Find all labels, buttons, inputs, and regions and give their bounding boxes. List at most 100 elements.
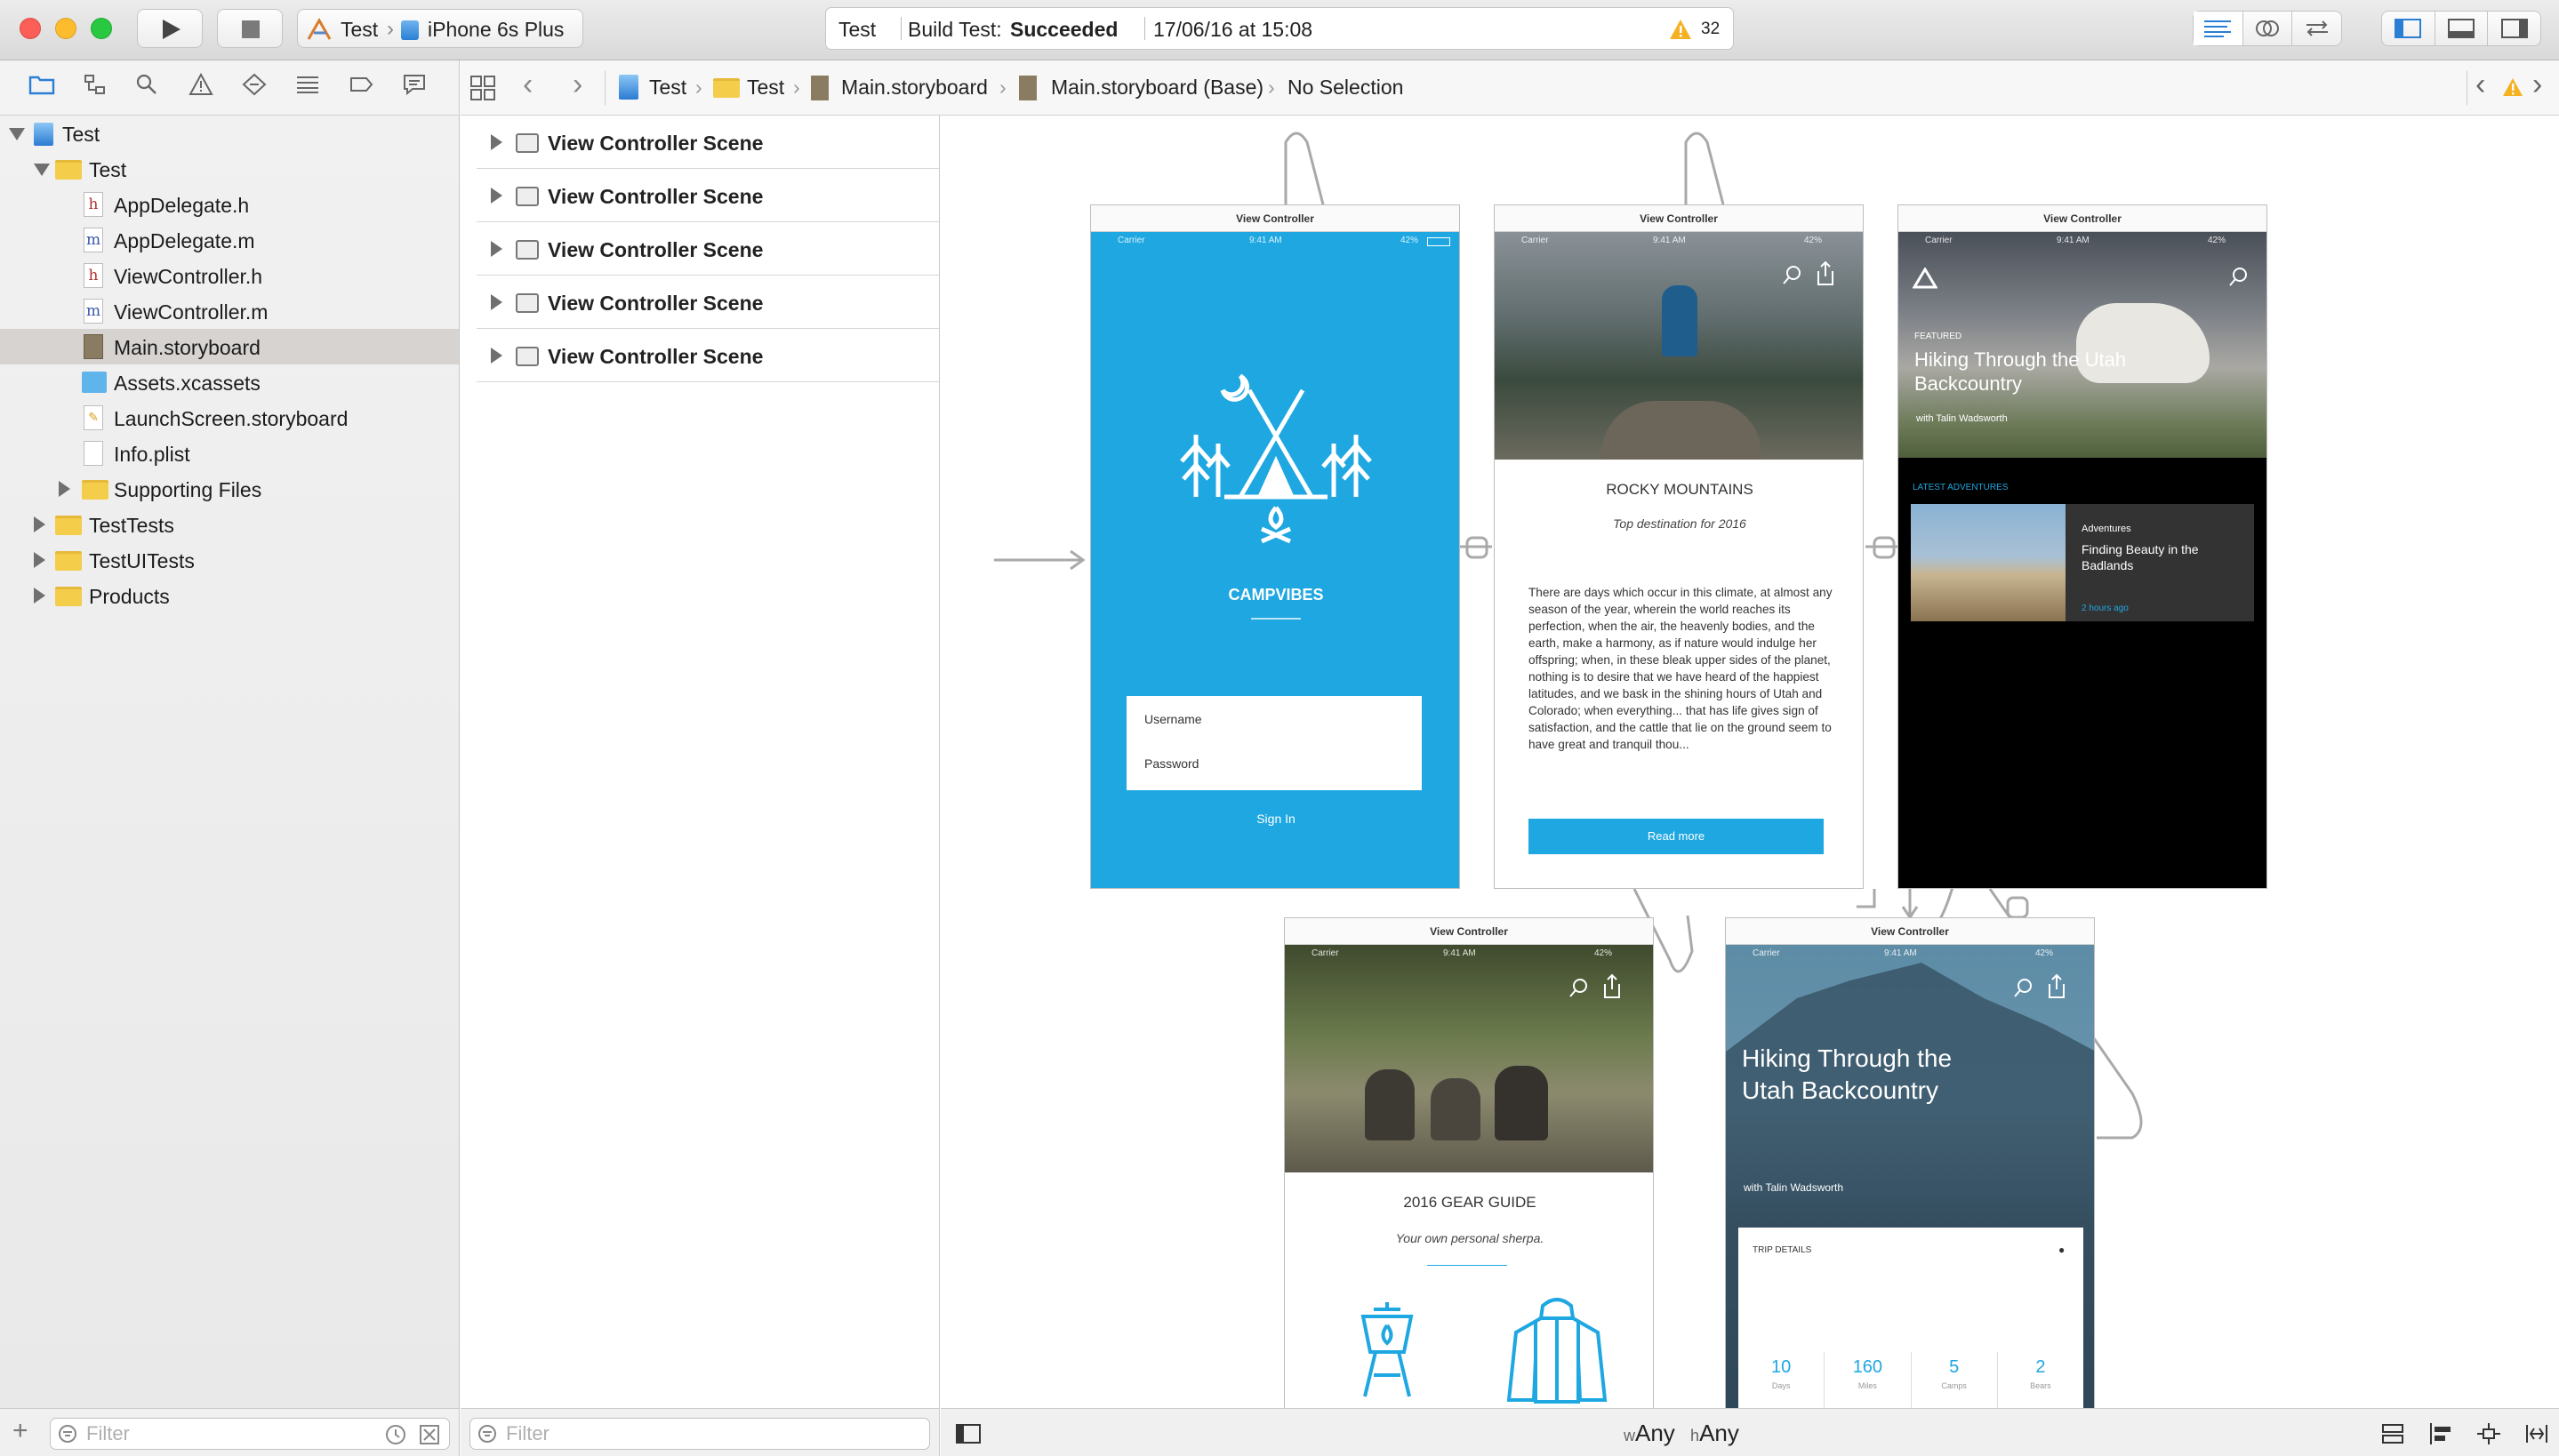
run-button[interactable] [137,9,203,48]
resolve-icon[interactable] [2523,1421,2550,1446]
previous-issue-icon[interactable]: ‹ [2475,68,2485,102]
share-icon[interactable] [2046,973,2067,1000]
options-icon[interactable]: ● [2058,1244,2065,1256]
report-navigator-icon[interactable] [402,73,427,96]
assistant-editor-button[interactable] [2242,12,2292,45]
debug-navigator-icon[interactable] [295,74,320,95]
tree-row-testuitests[interactable]: TestUITests [0,542,459,578]
username-field[interactable]: Username [1144,712,1202,726]
disclosure-down-icon[interactable] [9,128,25,140]
tree-row-group-test[interactable]: Test [0,151,459,187]
zoom-window-button[interactable] [91,18,112,39]
navigator-filter-field[interactable]: Filter [50,1418,450,1450]
folder-icon [55,160,82,180]
vc-trip-scene[interactable]: View Controller Carrier 9:41 AM 42% Hiki… [1725,917,2095,1408]
tree-row-project[interactable]: Test [0,116,459,151]
version-editor-button[interactable] [2291,12,2341,45]
share-icon[interactable] [1601,973,1623,1000]
chevron-right-icon: › [999,76,1007,99]
tree-row-supporting-files[interactable]: Supporting Files [0,471,459,507]
status-bar: Carrier 9:41 AM 42% [1091,232,1459,250]
tree-row-viewcontroller-m[interactable]: m ViewController.m [0,293,459,329]
search-icon[interactable] [2227,266,2250,289]
breakpoint-navigator-icon[interactable] [349,74,373,95]
jumpbar-item[interactable]: Test [747,76,784,100]
standard-editor-button[interactable] [2194,12,2242,45]
outline-scene-row[interactable]: View Controller Scene [477,169,939,222]
vc-article-scene[interactable]: View Controller Carrier 9:41 AM 42% ROCK… [1494,204,1864,889]
disclosure-right-icon[interactable] [491,134,502,150]
back-icon[interactable]: ‹ [523,68,533,102]
tree-row-products[interactable]: Products [0,578,459,613]
forward-icon[interactable]: › [573,68,582,102]
panel-visibility-control[interactable] [2381,11,2541,46]
search-icon[interactable] [1781,264,1804,287]
search-icon[interactable] [1568,977,1591,1000]
toggle-utilities-button[interactable] [2487,12,2540,45]
storyboard-canvas[interactable]: View Controller Carrier 9:41 AM 42% CAMP… [941,116,2559,1408]
tree-row-info-plist[interactable]: Info.plist [0,436,459,471]
outline-scene-row[interactable]: View Controller Scene [477,329,939,382]
editor-mode-control[interactable] [2193,11,2342,46]
outline-filter-field[interactable]: Filter [469,1418,930,1450]
disclosure-right-icon[interactable] [34,516,45,532]
scheme-name: Test [341,18,379,41]
tree-row-main-storyboard[interactable]: Main.storyboard [0,329,459,364]
show-outline-icon[interactable] [955,1423,982,1444]
disclosure-down-icon[interactable] [34,164,50,176]
warning-icon[interactable] [2502,77,2523,97]
size-class-control[interactable]: wAny hAny [1624,1420,1739,1447]
disclosure-right-icon[interactable] [34,588,45,604]
password-field[interactable]: Password [1144,756,1199,771]
test-navigator-icon[interactable] [242,73,267,96]
close-window-button[interactable] [20,18,41,39]
adventure-card[interactable]: Adventures Finding Beauty in the Badland… [1911,504,2254,621]
disclosure-right-icon[interactable] [59,481,70,497]
stack-icon[interactable] [2379,1421,2406,1446]
jumpbar-item[interactable]: Main.storyboard [841,76,988,100]
issue-navigator-icon[interactable] [189,73,213,96]
align-icon[interactable] [2427,1421,2454,1446]
tree-label: Test [62,123,100,146]
outline-scene-row[interactable]: View Controller Scene [477,276,939,329]
read-more-button[interactable]: Read more [1528,819,1824,854]
outline-scene-row[interactable]: View Controller Scene [477,116,939,169]
jumpbar-item[interactable]: No Selection [1288,76,1403,100]
tree-row-testtests[interactable]: TestTests [0,507,459,542]
toggle-navigator-button[interactable] [2382,12,2435,45]
next-issue-icon[interactable]: › [2532,68,2542,102]
add-icon[interactable]: + [12,1416,28,1446]
tree-row-assets[interactable]: Assets.xcassets [0,364,459,400]
project-navigator-icon[interactable] [28,73,55,96]
tree-row-viewcontroller-h[interactable]: h ViewController.h [0,258,459,293]
vc-featured-scene[interactable]: View Controller Carrier 9:41 AM 42% FEAT… [1897,204,2267,889]
jumpbar-item[interactable]: Test [649,76,686,100]
tree-row-appdelegate-h[interactable]: h AppDelegate.h [0,187,459,222]
jumpbar-item[interactable]: Main.storyboard (Base) [1051,76,1263,100]
warning-icon[interactable] [1669,19,1692,40]
search-icon[interactable] [135,73,158,96]
stat-label: Miles [1857,1381,1877,1390]
disclosure-right-icon[interactable] [34,552,45,568]
sign-in-button[interactable]: Sign In [1091,812,1459,826]
minimize-window-button[interactable] [55,18,76,39]
disclosure-right-icon[interactable] [491,294,502,310]
disclosure-right-icon[interactable] [491,188,502,204]
scheme-selector[interactable]: Test › iPhone 6s Plus [297,9,583,48]
outline-scene-row[interactable]: View Controller Scene [477,222,939,276]
symbol-navigator-icon[interactable] [84,74,107,95]
vc-gear-scene[interactable]: View Controller Carrier 9:41 AM 42% 2016… [1284,917,1654,1408]
tree-row-appdelegate-m[interactable]: m AppDelegate.m [0,222,459,258]
vc-login-scene[interactable]: View Controller Carrier 9:41 AM 42% CAMP… [1090,204,1460,889]
search-icon[interactable] [2012,977,2035,1000]
pin-icon[interactable] [2475,1421,2502,1446]
toggle-debug-button[interactable] [2434,12,2488,45]
related-items-icon[interactable] [469,75,496,101]
share-icon[interactable] [1815,260,1836,287]
stop-button[interactable] [217,9,283,48]
recent-files-icon[interactable] [385,1424,406,1445]
tree-row-launchscreen[interactable]: ✎ LaunchScreen.storyboard [0,400,459,436]
disclosure-right-icon[interactable] [491,241,502,257]
modified-files-icon[interactable] [419,1424,440,1445]
disclosure-right-icon[interactable] [491,348,502,364]
